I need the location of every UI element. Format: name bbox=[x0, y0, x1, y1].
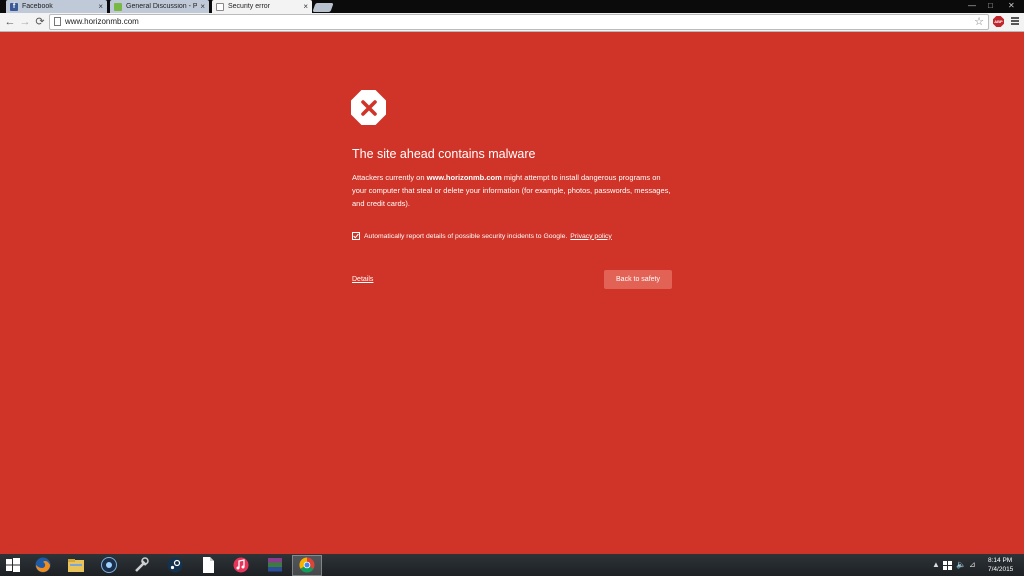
steam-like-orb-icon[interactable] bbox=[100, 556, 118, 574]
tab-facebook[interactable]: f Facebook × bbox=[6, 0, 107, 13]
adblock-extension-icon[interactable]: ABP bbox=[993, 16, 1004, 27]
star-icon[interactable]: ☆ bbox=[974, 15, 984, 29]
x-icon bbox=[360, 99, 377, 116]
tab-title: General Discussion - Port bbox=[126, 3, 198, 10]
report-label: Automatically report details of possible… bbox=[364, 232, 568, 240]
tab-close-icon[interactable]: × bbox=[303, 2, 308, 11]
action-center-icon[interactable] bbox=[943, 561, 952, 570]
warning-octagon-x-icon bbox=[351, 90, 386, 125]
tab-title: Security error bbox=[228, 3, 271, 10]
report-option: Automatically report details of possible… bbox=[352, 230, 612, 242]
tab-strip: f Facebook × General Discussion - Port ×… bbox=[0, 0, 1024, 13]
report-checkbox[interactable] bbox=[352, 232, 360, 240]
checkmark-icon bbox=[353, 233, 359, 239]
reload-icon[interactable]: ⟳ bbox=[33, 15, 47, 29]
tab-close-icon[interactable]: × bbox=[98, 2, 103, 11]
tab-general-discussion[interactable]: General Discussion - Port × bbox=[110, 0, 209, 13]
itunes-icon[interactable] bbox=[232, 556, 250, 574]
page-title: The site ahead contains malware bbox=[352, 147, 536, 161]
address-bar[interactable]: www.horizonmb.com ☆ bbox=[49, 14, 989, 30]
privacy-policy-link[interactable]: Privacy policy bbox=[570, 233, 612, 240]
page-icon bbox=[54, 17, 61, 26]
tab-security-error[interactable]: Security error × bbox=[212, 0, 312, 13]
details-link[interactable]: Details bbox=[352, 276, 373, 283]
page-icon bbox=[216, 2, 224, 11]
browser-toolbar: ← → ⟳ www.horizonmb.com ☆ bbox=[0, 13, 1024, 32]
volume-icon[interactable]: 🔈 bbox=[956, 560, 966, 569]
maximize-icon[interactable]: □ bbox=[988, 1, 993, 10]
tray-expand-icon[interactable]: ▲ bbox=[932, 560, 940, 569]
back-to-safety-button[interactable]: Back to safety bbox=[604, 270, 672, 289]
tools-icon[interactable] bbox=[133, 556, 151, 574]
chrome-icon[interactable] bbox=[298, 556, 316, 574]
document-icon[interactable] bbox=[199, 556, 217, 574]
minimize-icon[interactable]: — bbox=[968, 1, 976, 10]
facebook-icon: f bbox=[10, 2, 18, 11]
explanation-prefix: Attackers currently on bbox=[352, 173, 427, 182]
firefox-icon[interactable] bbox=[34, 556, 52, 574]
explanation-site: www.horizonmb.com bbox=[426, 173, 502, 182]
tab-title: Facebook bbox=[22, 3, 53, 10]
taskbar bbox=[0, 554, 1024, 576]
menu-icon[interactable] bbox=[1011, 17, 1019, 26]
tab-close-icon[interactable]: × bbox=[200, 2, 205, 11]
steam-icon[interactable] bbox=[166, 556, 184, 574]
start-button[interactable] bbox=[4, 556, 22, 574]
network-icon[interactable]: ⊿ bbox=[969, 560, 976, 569]
address-text[interactable]: www.horizonmb.com bbox=[65, 17, 139, 26]
clock-time[interactable]: 8:14 PM bbox=[988, 557, 1012, 564]
forum-icon bbox=[114, 2, 122, 11]
new-tab-button[interactable] bbox=[312, 3, 334, 12]
file-explorer-icon[interactable] bbox=[67, 556, 85, 574]
close-window-icon[interactable]: ✕ bbox=[1008, 1, 1015, 10]
malware-explanation: Attackers currently on www.horizonmb.com… bbox=[352, 171, 672, 210]
back-arrow-icon[interactable]: ← bbox=[3, 15, 17, 29]
clock-date[interactable]: 7/4/2015 bbox=[988, 566, 1013, 573]
forward-arrow-icon[interactable]: → bbox=[18, 15, 32, 29]
winrar-icon[interactable] bbox=[266, 556, 284, 574]
